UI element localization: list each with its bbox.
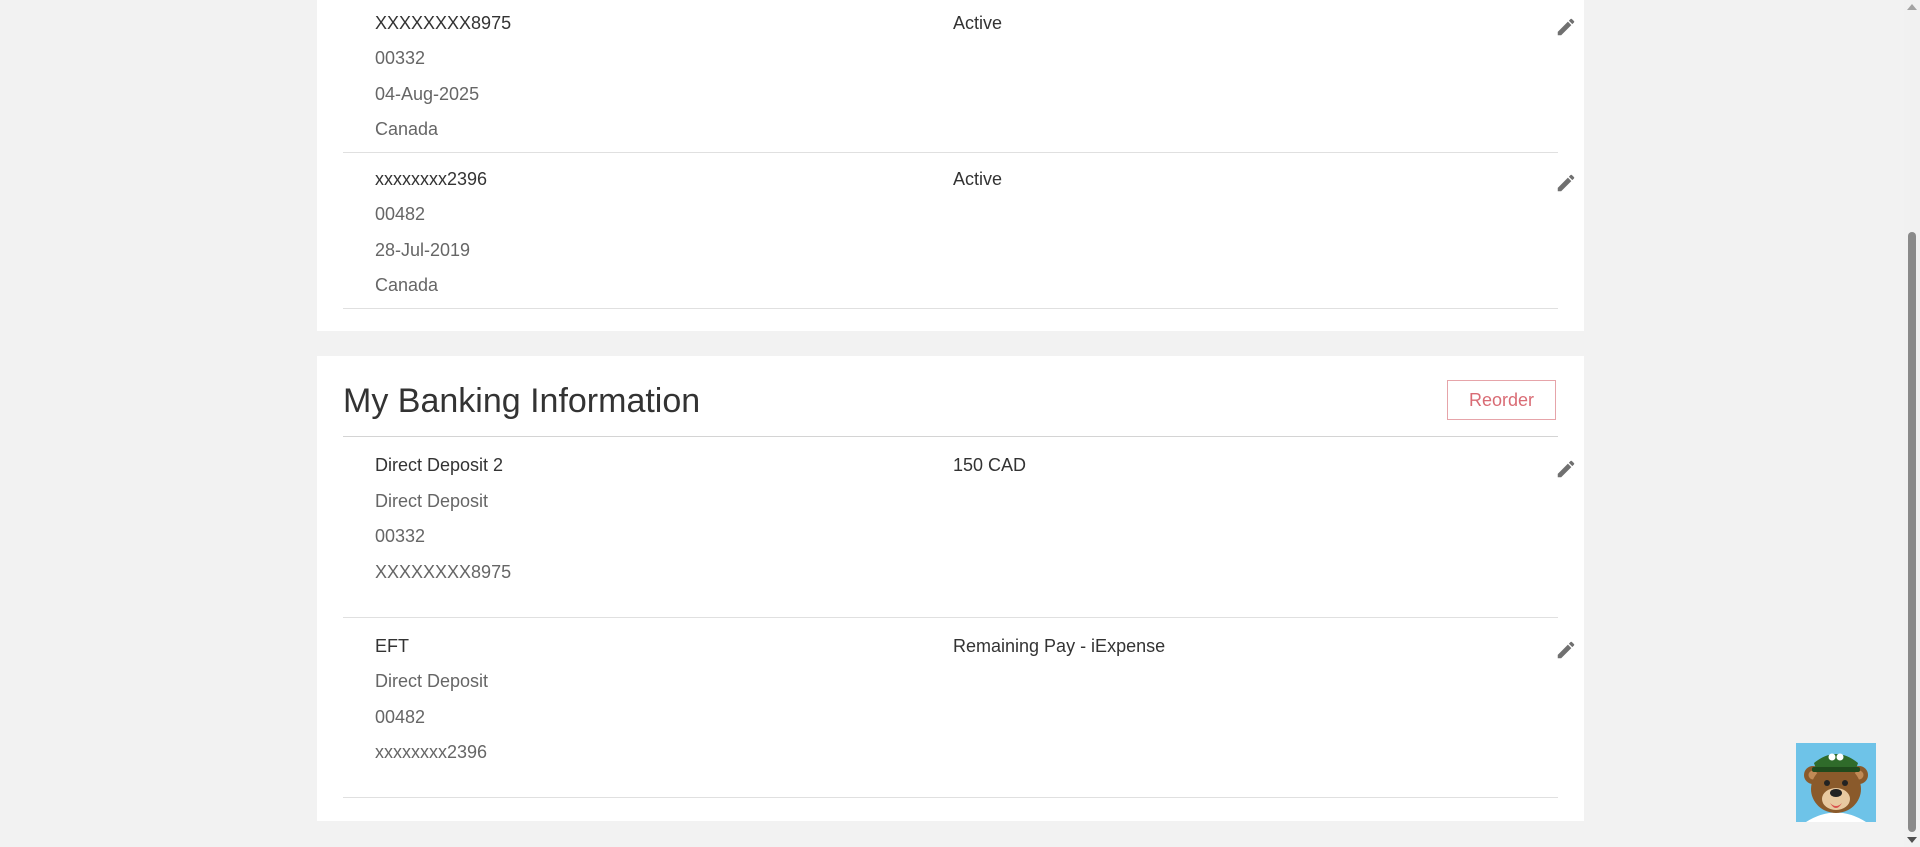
scroll-thumb[interactable] (1908, 232, 1916, 832)
deposit-branch: 00332 (375, 526, 426, 546)
account-date: 04-Aug-2025 (375, 84, 480, 104)
deposit-name: Direct Deposit 2 (375, 455, 504, 475)
account-row: xxxxxxxx2396 00482 28-Jul-2019 Canada Ac… (343, 153, 1875, 308)
section-title: My Banking Information (343, 382, 701, 420)
account-status: Active (953, 169, 1003, 189)
account-date: 28-Jul-2019 (375, 240, 471, 260)
scroll-down-icon[interactable] (1907, 837, 1917, 843)
deposit-type: Direct Deposit (375, 491, 489, 511)
deposit-type: Direct Deposit (375, 671, 489, 691)
pencil-icon (1557, 460, 1575, 478)
account-status: Active (953, 13, 1003, 33)
vertical-scrollbar[interactable] (1904, 0, 1920, 847)
edit-deposit-button[interactable] (1552, 636, 1580, 664)
account-row: XXXXXXXX8975 00332 04-Aug-2025 Canada Ac… (343, 0, 1875, 152)
deposit-amount: Remaining Pay - iExpense (953, 636, 1166, 656)
account-branch: 00482 (375, 204, 426, 224)
banking-information-card: My Banking Information Reorder Direct De… (317, 356, 1584, 821)
edit-account-button[interactable] (1552, 13, 1580, 41)
pencil-icon (1557, 18, 1575, 36)
account-number: xxxxxxxx2396 (375, 169, 488, 189)
banking-row: EFT Direct Deposit 00482 xxxxxxxx2396 Re… (343, 618, 1875, 798)
pencil-icon (1557, 641, 1575, 659)
banking-row: Direct Deposit 2 Direct Deposit 00332 XX… (343, 437, 1875, 592)
pencil-icon (1557, 174, 1575, 192)
deposit-account: xxxxxxxx2396 (375, 742, 488, 762)
bear-mascot-icon[interactable] (1796, 743, 1876, 822)
row-divider (343, 308, 1558, 309)
reorder-button[interactable]: Reorder (1447, 380, 1556, 420)
deposit-branch: 00482 (375, 707, 426, 727)
row-divider (343, 797, 1558, 798)
scroll-up-icon[interactable] (1907, 4, 1917, 10)
account-country: Canada (375, 119, 439, 139)
edit-account-button[interactable] (1552, 169, 1580, 197)
account-number: XXXXXXXX8975 (375, 13, 512, 33)
deposit-amount: 150 CAD (953, 455, 1027, 475)
edit-deposit-button[interactable] (1552, 455, 1580, 483)
accounts-card: XXXXXXXX8975 00332 04-Aug-2025 Canada Ac… (317, 0, 1584, 331)
account-branch: 00332 (375, 48, 426, 68)
deposit-account: XXXXXXXX8975 (375, 562, 512, 582)
deposit-name: EFT (375, 636, 409, 656)
account-country: Canada (375, 275, 439, 295)
